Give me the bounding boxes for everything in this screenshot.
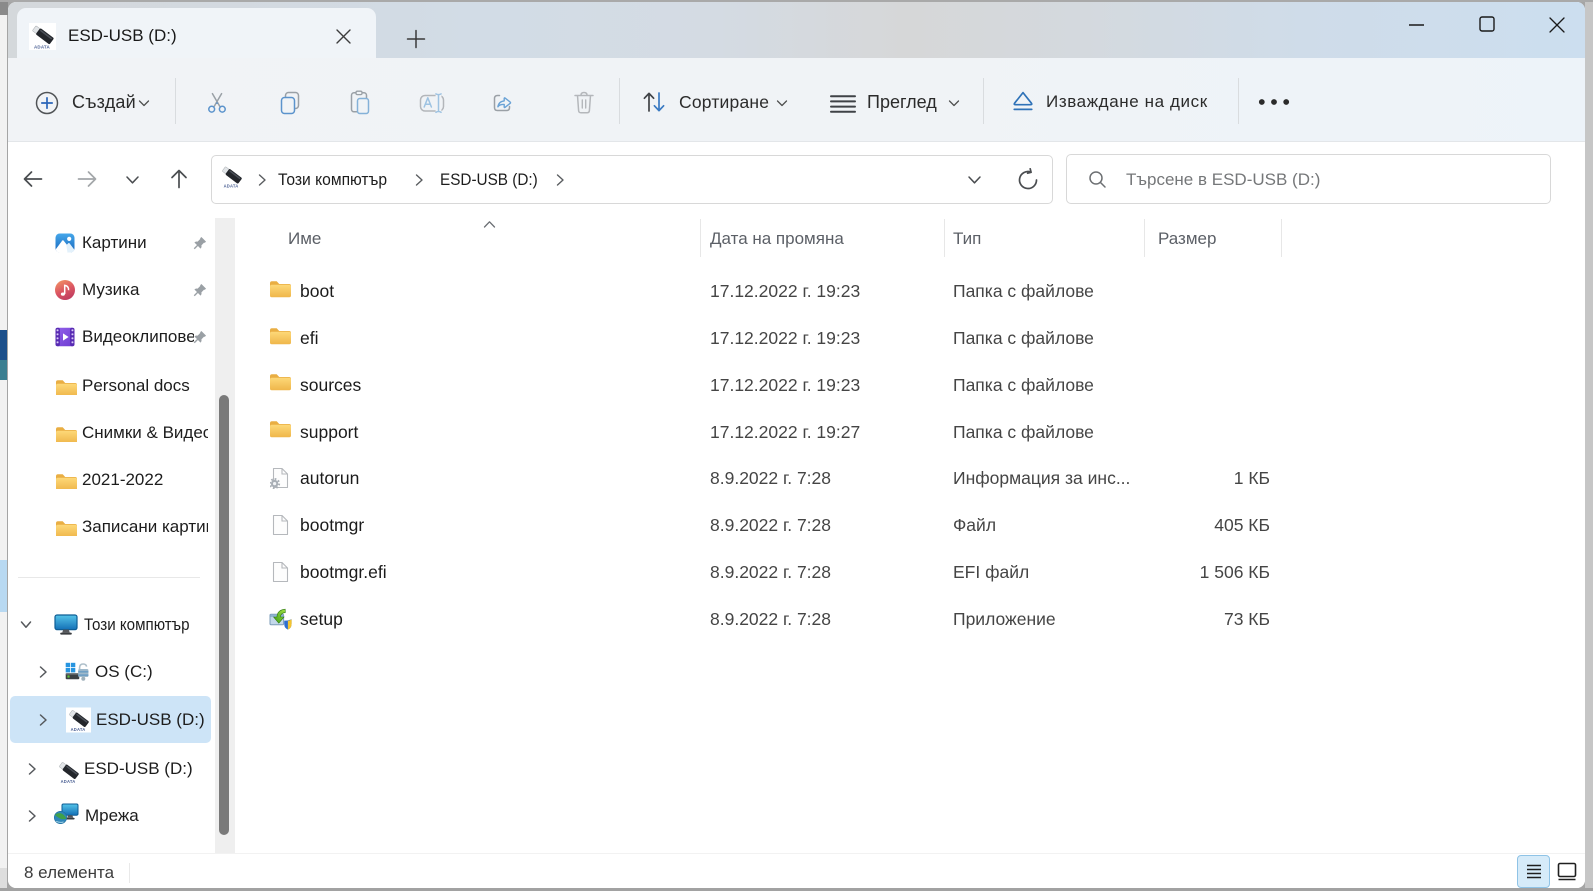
svg-text:ADATA: ADATA	[34, 45, 51, 50]
svg-text:ADATA: ADATA	[224, 184, 239, 189]
svg-text:ADATA: ADATA	[71, 727, 86, 732]
svg-text:ADATA: ADATA	[61, 779, 76, 784]
